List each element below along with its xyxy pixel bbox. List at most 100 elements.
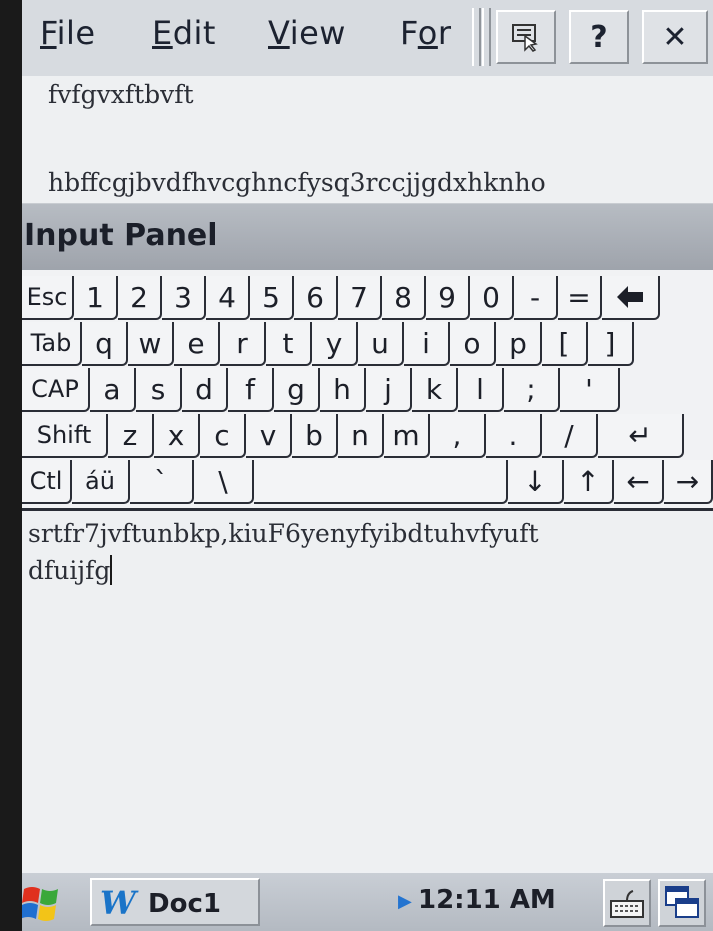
key-o[interactable]: o	[450, 322, 496, 366]
input-panel-header: Input Panel	[22, 203, 713, 271]
key-left-arrow[interactable]: ←	[614, 460, 664, 504]
key-6[interactable]: 6	[294, 276, 338, 320]
key-right-arrow[interactable]: →	[664, 460, 713, 504]
taskbar: W Doc1 ▶ 12:11 AM	[22, 871, 713, 931]
key-e[interactable]: e	[174, 322, 220, 366]
device-screen: File Edit View For ? ✕ fvfgvxftbvft hbff…	[22, 0, 713, 931]
input-panel-toggle-button[interactable]	[603, 879, 651, 927]
key-j[interactable]: j	[366, 368, 412, 412]
key-y[interactable]: y	[312, 322, 358, 366]
text-line-with-caret: dfuijfg	[28, 555, 113, 585]
desktop-icon	[665, 886, 699, 918]
text-entry-area[interactable]: srtfr7jvftunbkp,kiuF6yenyfyibdtuhvfyuft …	[22, 511, 713, 871]
key-w[interactable]: w	[128, 322, 174, 366]
show-desktop-button[interactable]	[658, 879, 706, 927]
toolbar-grip[interactable]	[472, 8, 481, 66]
key-ctrl[interactable]: Ctl	[22, 460, 72, 504]
key-down-arrow[interactable]: ↓	[508, 460, 564, 504]
key-x[interactable]: x	[154, 414, 200, 458]
start-button[interactable]	[22, 879, 62, 927]
key-backslash[interactable]: \	[194, 460, 254, 504]
key-right-bracket[interactable]: ]	[588, 322, 634, 366]
key-3[interactable]: 3	[162, 276, 206, 320]
key-backspace[interactable]	[602, 276, 660, 320]
key-d[interactable]: d	[182, 368, 228, 412]
key-slash[interactable]: /	[542, 414, 598, 458]
close-button[interactable]: ✕	[642, 10, 708, 64]
keyboard-row-3: CAP a s d f g h j k l ; '	[22, 368, 713, 414]
key-2[interactable]: 2	[118, 276, 162, 320]
menu-view[interactable]: View	[268, 14, 346, 52]
menu-items: File Edit View For	[22, 0, 470, 76]
document-line: fvfgvxftbvft	[48, 80, 194, 109]
key-left-bracket[interactable]: [	[542, 322, 588, 366]
key-1[interactable]: 1	[74, 276, 118, 320]
key-shift[interactable]: Shift	[22, 414, 108, 458]
key-period[interactable]: .	[486, 414, 542, 458]
key-quote[interactable]: '	[560, 368, 620, 412]
windows-flag-icon	[22, 887, 58, 921]
key-s[interactable]: s	[136, 368, 182, 412]
key-esc[interactable]: Esc	[22, 276, 74, 320]
key-9[interactable]: 9	[426, 276, 470, 320]
help-button[interactable]: ?	[569, 10, 629, 64]
key-5[interactable]: 5	[250, 276, 294, 320]
key-z[interactable]: z	[108, 414, 154, 458]
text-line: dfuijfg	[28, 556, 111, 585]
key-i[interactable]: i	[404, 322, 450, 366]
key-m[interactable]: m	[384, 414, 430, 458]
input-method-button[interactable]	[496, 10, 556, 64]
key-f[interactable]: f	[228, 368, 274, 412]
text-caret	[110, 555, 113, 585]
menu-edit[interactable]: Edit	[152, 14, 216, 52]
help-icon: ?	[590, 19, 608, 55]
key-up-arrow[interactable]: ↑	[564, 460, 614, 504]
key-tab[interactable]: Tab	[22, 322, 82, 366]
key-l[interactable]: l	[458, 368, 504, 412]
keyboard-row-1: Esc 1 2 3 4 5 6 7 8 9 0 - =	[22, 276, 713, 322]
keyboard-row-4: Shift z x c v b n m , . / ↵	[22, 414, 713, 460]
key-c[interactable]: c	[200, 414, 246, 458]
key-g[interactable]: g	[274, 368, 320, 412]
key-minus[interactable]: -	[514, 276, 558, 320]
key-b[interactable]: b	[292, 414, 338, 458]
key-semicolon[interactable]: ;	[504, 368, 560, 412]
key-q[interactable]: q	[82, 322, 128, 366]
key-7[interactable]: 7	[338, 276, 382, 320]
key-4[interactable]: 4	[206, 276, 250, 320]
key-p[interactable]: p	[496, 322, 542, 366]
document-line: hbffcgjbvdfhvcghncfysq3rccjjgdxhknho	[48, 168, 546, 197]
key-intl[interactable]: áü	[72, 460, 130, 504]
menu-file[interactable]: File	[40, 14, 96, 52]
keyboard-icon	[610, 890, 644, 918]
taskbar-doc-label: Doc1	[148, 889, 221, 919]
key-space[interactable]	[254, 460, 508, 504]
backspace-arrow-icon	[617, 286, 643, 308]
soft-keyboard: Esc 1 2 3 4 5 6 7 8 9 0 - = Tab q w e r …	[22, 270, 713, 511]
key-t[interactable]: t	[266, 322, 312, 366]
toolbar-grip-2	[482, 8, 491, 66]
key-8[interactable]: 8	[382, 276, 426, 320]
key-h[interactable]: h	[320, 368, 366, 412]
key-backtick[interactable]: `	[130, 460, 194, 504]
key-equals[interactable]: =	[558, 276, 602, 320]
clock[interactable]: 12:11 AM	[418, 885, 556, 915]
key-comma[interactable]: ,	[430, 414, 486, 458]
key-a[interactable]: a	[90, 368, 136, 412]
key-n[interactable]: n	[338, 414, 384, 458]
text-line: srtfr7jvftunbkp,kiuF6yenyfyibdtuhvfyuft	[28, 519, 539, 548]
key-enter[interactable]: ↵	[598, 414, 684, 458]
key-v[interactable]: v	[246, 414, 292, 458]
key-caps[interactable]: CAP	[22, 368, 90, 412]
word-icon: W	[100, 884, 136, 922]
keyboard-row-2: Tab q w e r t y u i o p [ ]	[22, 322, 713, 368]
tray-expand-icon[interactable]: ▶	[398, 891, 412, 912]
key-u[interactable]: u	[358, 322, 404, 366]
taskbar-doc-button[interactable]: W Doc1	[90, 878, 260, 926]
key-k[interactable]: k	[412, 368, 458, 412]
key-0[interactable]: 0	[470, 276, 514, 320]
menu-format[interactable]: For	[400, 14, 452, 52]
close-icon: ✕	[662, 19, 688, 55]
document-area[interactable]: fvfgvxftbvft hbffcgjbvdfhvcghncfysq3rccj…	[22, 76, 713, 203]
key-r[interactable]: r	[220, 322, 266, 366]
